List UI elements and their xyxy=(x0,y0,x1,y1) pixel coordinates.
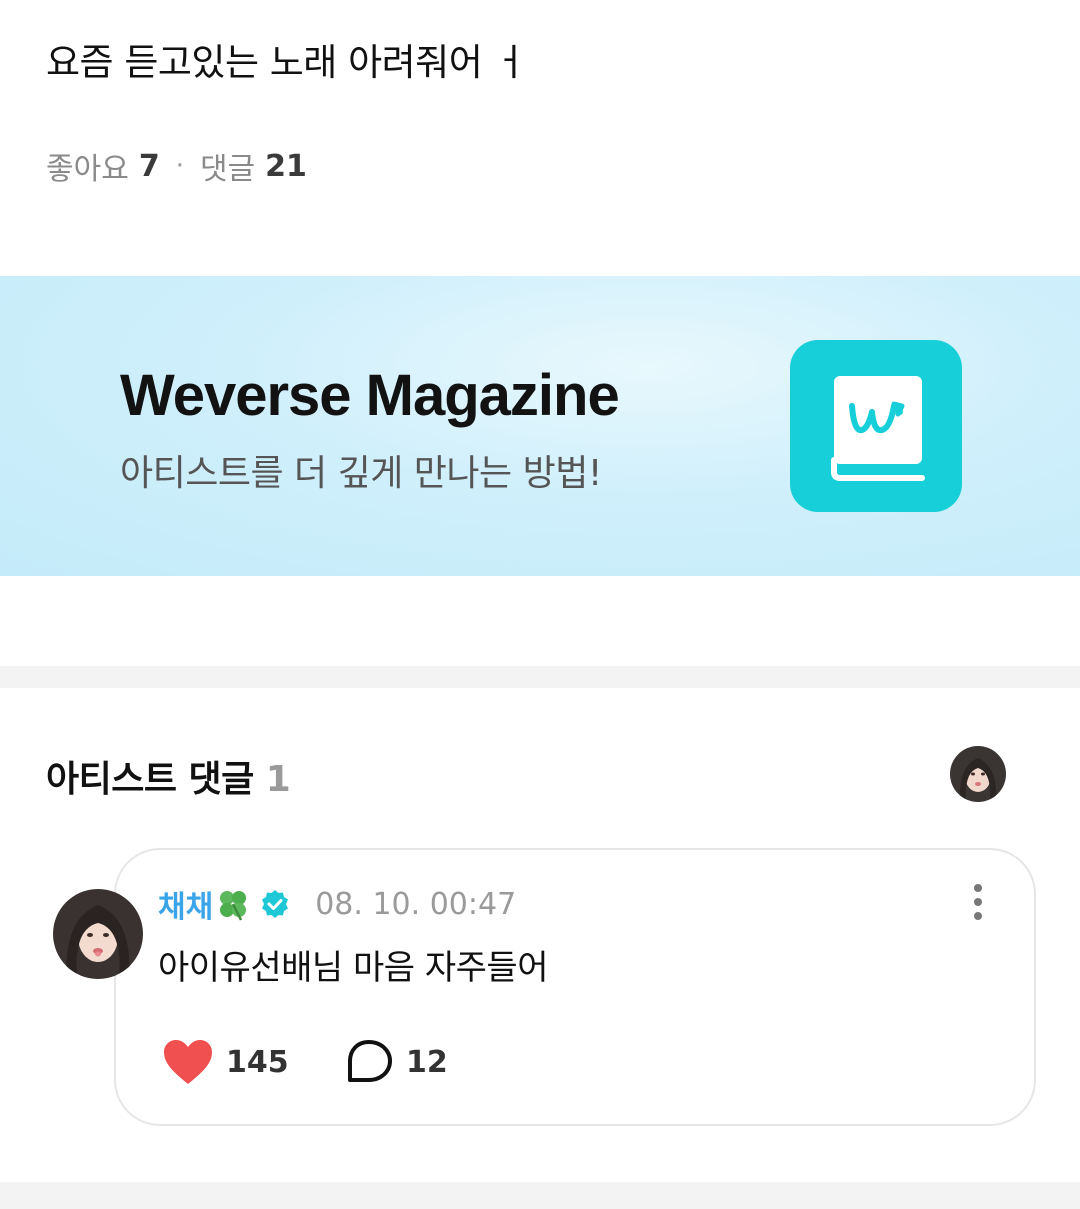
verified-badge-icon xyxy=(262,890,289,918)
stats-separator: · xyxy=(175,151,184,181)
like-count: 145 xyxy=(226,1044,289,1080)
comment-author-avatar[interactable] xyxy=(53,889,143,979)
artist-avatar-small[interactable] xyxy=(950,746,1006,802)
reply-button[interactable]: 12 xyxy=(344,1038,448,1086)
comment-header: 채채 08. 10. 00:47 xyxy=(158,880,516,928)
reply-count: 12 xyxy=(406,1044,448,1080)
banner-subtitle: 아티스트를 더 깊게 만나는 방법! xyxy=(120,453,602,494)
section-divider xyxy=(0,1182,1080,1209)
comment-text: 아이유선배님 마음 자주들어 xyxy=(158,948,548,988)
heart-icon xyxy=(164,1040,212,1084)
speech-bubble-icon xyxy=(348,1040,392,1082)
post-stats: 좋아요 7 · 댓글 21 xyxy=(46,144,307,188)
comment-author-name[interactable]: 채채 xyxy=(158,882,213,926)
comment-timestamp: 08. 10. 00:47 xyxy=(315,886,517,922)
more-options-icon[interactable] xyxy=(960,880,996,926)
comments-label[interactable]: 댓글 xyxy=(200,144,255,188)
likes-label: 좋아요 xyxy=(46,152,129,187)
weverse-magazine-book-icon xyxy=(790,340,962,512)
banner-title: Weverse Magazine xyxy=(120,363,620,428)
artist-comments-label: 아티스트 댓글 xyxy=(46,759,254,800)
likes-count: 7 xyxy=(138,148,160,184)
four-leaf-clover-icon xyxy=(220,891,247,921)
artist-comments-count: 1 xyxy=(265,759,291,800)
section-divider xyxy=(0,666,1080,688)
artist-comments-heading: 아티스트 댓글 1 xyxy=(46,750,291,802)
post-title: 요즘 듣고있는 노래 아려줘어 ㅓ xyxy=(46,41,528,84)
like-button[interactable]: 145 xyxy=(162,1038,289,1086)
comments-count[interactable]: 21 xyxy=(265,149,307,184)
weverse-magazine-banner[interactable]: Weverse Magazine 아티스트를 더 깊게 만나는 방법! xyxy=(0,276,1080,576)
